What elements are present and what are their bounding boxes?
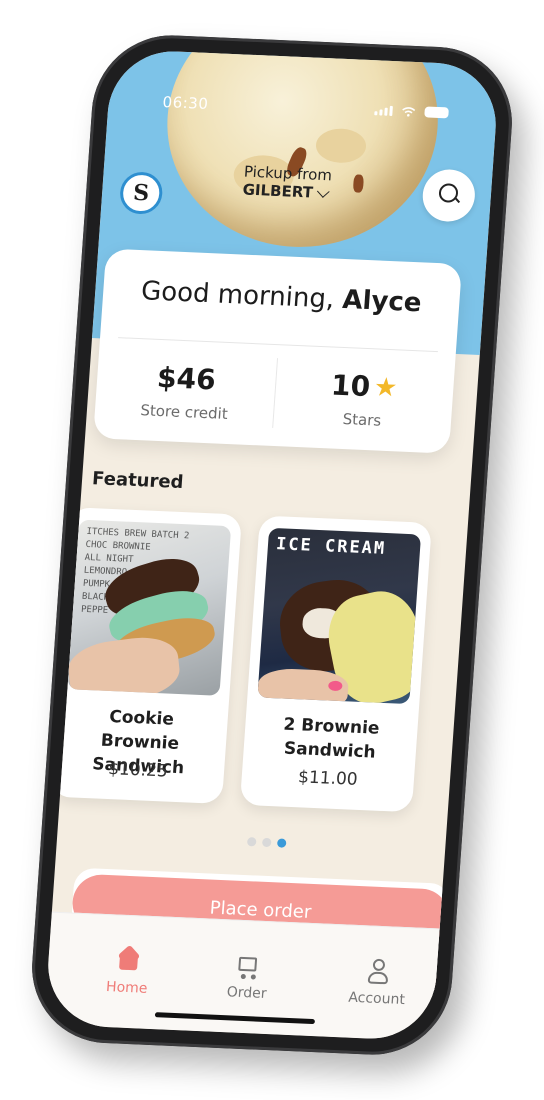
account-icon: [363, 956, 393, 987]
app-screen: 06:30 S Pickup from GILBERT Good morning…: [44, 48, 500, 1042]
wifi-icon: [402, 106, 416, 117]
product-card-2-brownie[interactable]: ICE CREAM 2 Brownie Sandwich $11.00: [239, 515, 432, 813]
signal-icon: [374, 105, 393, 116]
greeting-text: Good morning, Alyce: [102, 275, 460, 320]
carousel-dot[interactable]: [261, 837, 272, 848]
home-indicator[interactable]: [154, 1012, 316, 1025]
carousel-dots[interactable]: [246, 837, 287, 848]
product-name: 2 Brownie Sandwich: [282, 714, 381, 763]
chevron-down-icon: [317, 184, 330, 198]
stars-label: Stars: [342, 410, 382, 430]
featured-heading: Featured: [91, 468, 185, 494]
ice-cream-scoop-image: [158, 48, 447, 253]
tab-home[interactable]: Home: [76, 944, 179, 998]
product-image: ICE CREAM: [257, 527, 422, 705]
tab-order[interactable]: Order: [196, 949, 299, 1003]
store-credit-stat[interactable]: $46 Store credit: [94, 358, 276, 425]
battery-icon: [424, 106, 449, 119]
tab-label: Account: [347, 989, 406, 1009]
phone-frame: 06:30 S Pickup from GILBERT Good morning…: [26, 32, 518, 1058]
stars-value: 10: [330, 368, 372, 404]
greeting-name: Alyce: [341, 284, 423, 319]
store-credit-value: $46: [156, 360, 217, 397]
tab-account[interactable]: Account: [326, 955, 429, 1009]
product-image: ITCHES BREW BATCH 2 CHOC BROWNIE ALL NIG…: [67, 519, 232, 696]
tab-bar: Home Order Account: [44, 911, 440, 1042]
pickup-store-name: GILBERT: [242, 180, 314, 202]
tab-label: Order: [226, 984, 268, 1003]
brand-logo-mark: S: [132, 179, 151, 207]
store-credit-label: Store credit: [139, 401, 229, 423]
stars-stat[interactable]: 10 ★ Stars: [272, 366, 454, 433]
carousel-dot-active[interactable]: [276, 838, 287, 848]
home-icon: [114, 944, 144, 976]
product-price: $11.00: [297, 767, 359, 790]
greeting-prefix: Good morning,: [140, 276, 336, 315]
pickup-location-selector[interactable]: Pickup from GILBERT: [242, 163, 333, 203]
star-icon: ★: [373, 371, 399, 403]
status-time: 06:30: [162, 92, 209, 113]
greeting-card: Good morning, Alyce $46 Store credit 10 …: [93, 248, 463, 454]
storefront-sign-text: ICE CREAM: [275, 534, 387, 559]
greeting-divider: [118, 337, 438, 353]
product-card-cookie-brownie[interactable]: ITCHES BREW BATCH 2 CHOC BROWNIE ALL NIG…: [49, 507, 243, 804]
cart-icon: [234, 951, 264, 982]
tab-label: Home: [105, 979, 148, 997]
carousel-dot[interactable]: [246, 837, 257, 847]
